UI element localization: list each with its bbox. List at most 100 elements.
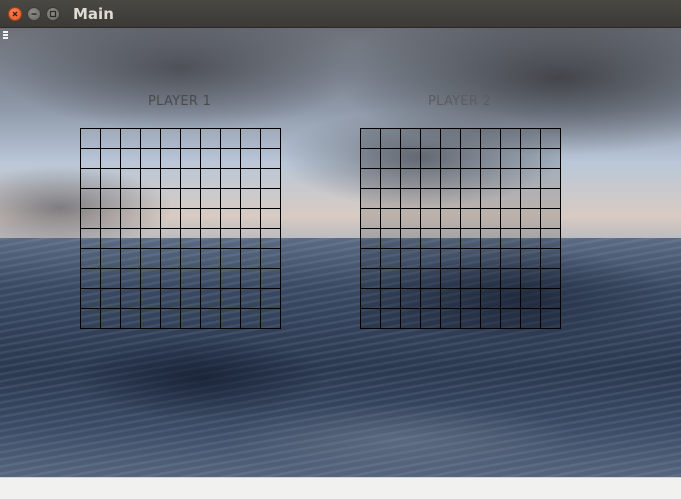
board-cell[interactable] <box>141 189 161 209</box>
board-cell[interactable] <box>501 149 521 169</box>
board-cell[interactable] <box>201 249 221 269</box>
board-cell[interactable] <box>381 149 401 169</box>
board-cell[interactable] <box>261 249 281 269</box>
board-cell[interactable] <box>381 229 401 249</box>
board-cell[interactable] <box>221 129 241 149</box>
board-cell[interactable] <box>81 309 101 329</box>
board-cell[interactable] <box>201 269 221 289</box>
board-cell[interactable] <box>161 169 181 189</box>
board-cell[interactable] <box>161 289 181 309</box>
board-cell[interactable] <box>421 249 441 269</box>
board-cell[interactable] <box>241 189 261 209</box>
board-cell[interactable] <box>221 229 241 249</box>
board-cell[interactable] <box>461 189 481 209</box>
board-cell[interactable] <box>141 229 161 249</box>
board-cell[interactable] <box>521 229 541 249</box>
board-cell[interactable] <box>161 309 181 329</box>
board-cell[interactable] <box>521 249 541 269</box>
board-cell[interactable] <box>441 169 461 189</box>
board-cell[interactable] <box>501 129 521 149</box>
board-cell[interactable] <box>221 169 241 189</box>
board-cell[interactable] <box>221 289 241 309</box>
board-cell[interactable] <box>161 129 181 149</box>
board-cell[interactable] <box>121 209 141 229</box>
board-cell[interactable] <box>361 209 381 229</box>
board-cell[interactable] <box>381 249 401 269</box>
board-cell[interactable] <box>121 229 141 249</box>
board-cell[interactable] <box>521 289 541 309</box>
board-cell[interactable] <box>541 129 561 149</box>
board-cell[interactable] <box>421 229 441 249</box>
board-cell[interactable] <box>401 269 421 289</box>
board-cell[interactable] <box>141 309 161 329</box>
board-cell[interactable] <box>541 189 561 209</box>
board-cell[interactable] <box>101 189 121 209</box>
board-cell[interactable] <box>501 229 521 249</box>
board-cell[interactable] <box>261 169 281 189</box>
board-cell[interactable] <box>161 209 181 229</box>
board-cell[interactable] <box>141 129 161 149</box>
board-cell[interactable] <box>441 209 461 229</box>
board-cell[interactable] <box>441 269 461 289</box>
board-cell[interactable] <box>441 189 461 209</box>
board-cell[interactable] <box>401 229 421 249</box>
board-cell[interactable] <box>241 309 261 329</box>
board-cell[interactable] <box>541 169 561 189</box>
board-cell[interactable] <box>181 209 201 229</box>
board-cell[interactable] <box>181 189 201 209</box>
board-cell[interactable] <box>381 289 401 309</box>
board-cell[interactable] <box>381 309 401 329</box>
board-cell[interactable] <box>461 149 481 169</box>
board-cell[interactable] <box>261 189 281 209</box>
board-cell[interactable] <box>101 229 121 249</box>
board-cell[interactable] <box>361 289 381 309</box>
board-cell[interactable] <box>101 149 121 169</box>
board-cell[interactable] <box>141 209 161 229</box>
board-cell[interactable] <box>521 269 541 289</box>
board-cell[interactable] <box>421 189 441 209</box>
board-cell[interactable] <box>181 229 201 249</box>
board-cell[interactable] <box>241 229 261 249</box>
board-cell[interactable] <box>461 309 481 329</box>
board-cell[interactable] <box>101 169 121 189</box>
board-cell[interactable] <box>441 149 461 169</box>
board-cell[interactable] <box>181 249 201 269</box>
board-cell[interactable] <box>201 209 221 229</box>
board-cell[interactable] <box>261 129 281 149</box>
board-cell[interactable] <box>121 269 141 289</box>
board-cell[interactable] <box>201 289 221 309</box>
board-cell[interactable] <box>201 169 221 189</box>
board-cell[interactable] <box>481 129 501 149</box>
board-cell[interactable] <box>521 169 541 189</box>
board-cell[interactable] <box>481 249 501 269</box>
board-cell[interactable] <box>221 309 241 329</box>
board-cell[interactable] <box>401 309 421 329</box>
board-cell[interactable] <box>541 249 561 269</box>
board-cell[interactable] <box>381 209 401 229</box>
board-cell[interactable] <box>181 149 201 169</box>
board-cell[interactable] <box>361 309 381 329</box>
board-cell[interactable] <box>81 289 101 309</box>
board-cell[interactable] <box>521 129 541 149</box>
board-cell[interactable] <box>261 289 281 309</box>
board-cell[interactable] <box>221 149 241 169</box>
board-cell[interactable] <box>381 169 401 189</box>
board-cell[interactable] <box>441 229 461 249</box>
board-cell[interactable] <box>481 149 501 169</box>
board-cell[interactable] <box>501 249 521 269</box>
board-cell[interactable] <box>101 129 121 149</box>
board-cell[interactable] <box>401 129 421 149</box>
board-cell[interactable] <box>181 129 201 149</box>
board-cell[interactable] <box>481 289 501 309</box>
board-cell[interactable] <box>541 229 561 249</box>
board-cell[interactable] <box>241 169 261 189</box>
board-cell[interactable] <box>121 249 141 269</box>
board-cell[interactable] <box>121 189 141 209</box>
board-cell[interactable] <box>541 289 561 309</box>
board-cell[interactable] <box>221 209 241 229</box>
board-cell[interactable] <box>241 269 261 289</box>
board-cell[interactable] <box>361 149 381 169</box>
board-cell[interactable] <box>161 149 181 169</box>
board-cell[interactable] <box>461 209 481 229</box>
board-cell[interactable] <box>101 269 121 289</box>
